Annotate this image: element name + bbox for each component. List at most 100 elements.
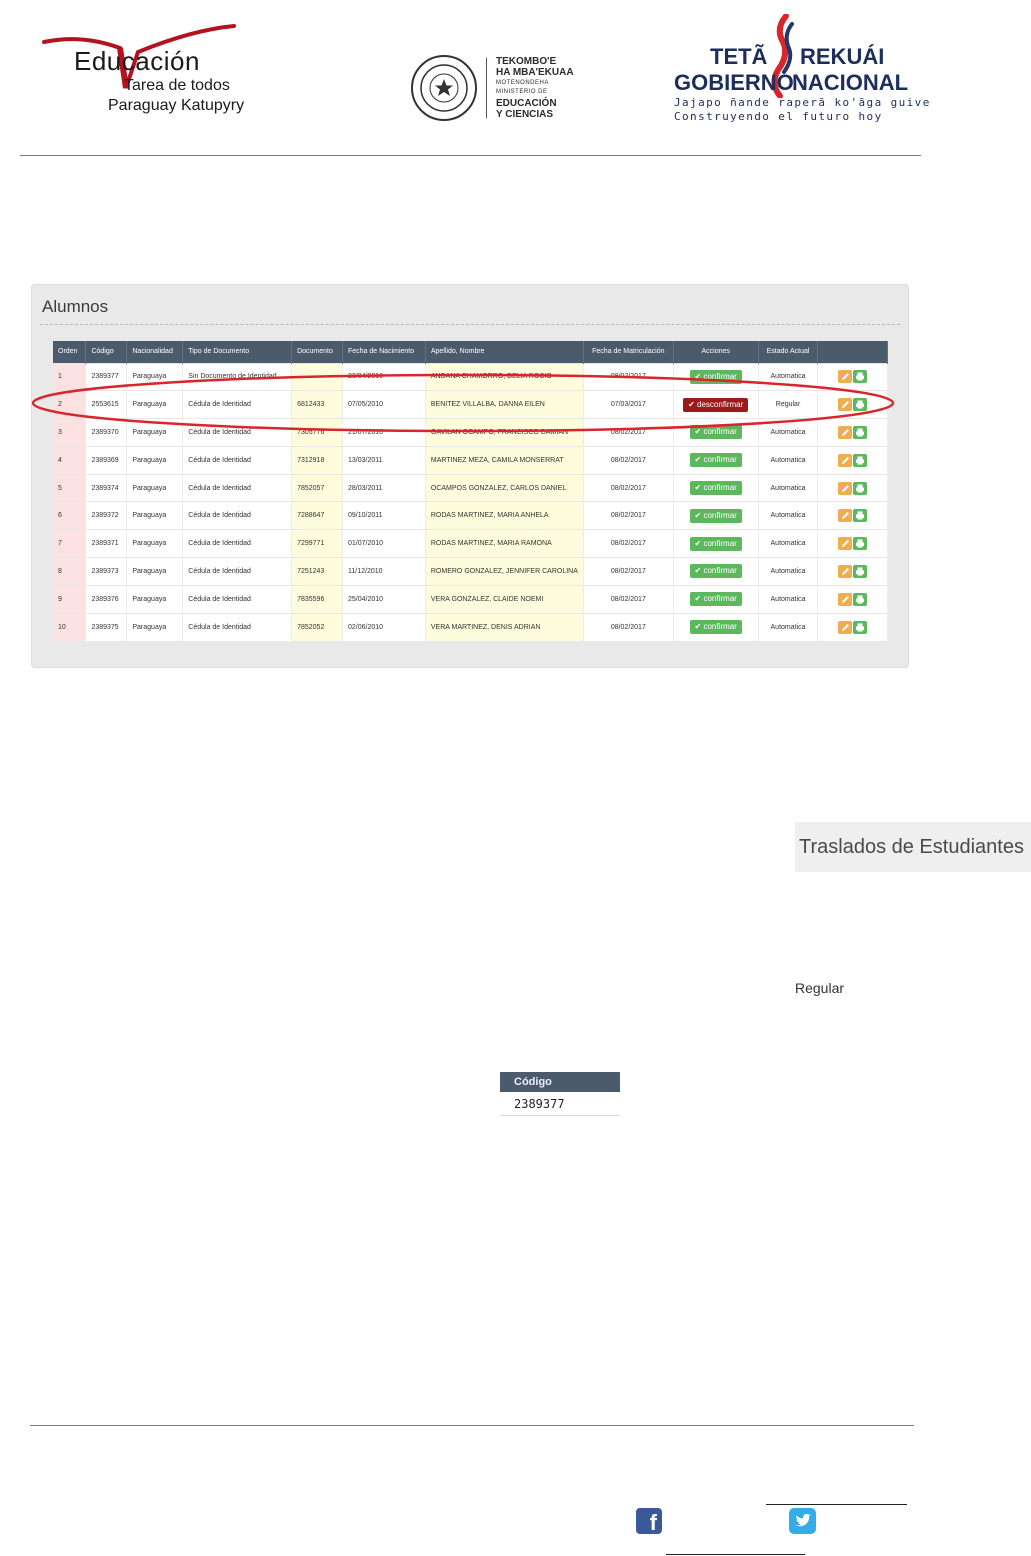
confirmar-button[interactable]: ✔ confirmar	[689, 592, 742, 607]
gobierno-word-3: GOBIERNO	[674, 70, 794, 95]
cell-acciones: ✔ confirmar	[673, 557, 759, 586]
cell-nacionalidad: Paraguaya	[126, 529, 184, 558]
ministerio-logo: TEKOMBO'E HA MBA'EKUAA MOTENONDEHA MINIS…	[410, 52, 600, 124]
pencil-icon[interactable]	[837, 620, 852, 634]
facebook-icon[interactable]: f	[636, 1508, 662, 1534]
cell-fecha-matriculacion: 08/02/2017	[583, 501, 674, 530]
printer-icon[interactable]	[852, 509, 867, 523]
col-orden[interactable]: Orden	[53, 341, 87, 363]
confirmar-button[interactable]: ✔ confirmar	[689, 453, 742, 468]
cell-codigo: 2389374	[85, 473, 128, 502]
action-label: confirmar	[703, 510, 737, 520]
cell-tools	[817, 445, 888, 475]
printer-icon[interactable]	[852, 564, 867, 578]
pencil-icon[interactable]	[837, 481, 852, 495]
table-header-row: Orden Código Nacionalidad Tipo de Docume…	[53, 341, 888, 363]
codigo-fragment-value: 2389377	[500, 1092, 620, 1116]
col-estado-actual[interactable]: Estado Actual	[758, 341, 819, 363]
cell-tools	[817, 473, 888, 502]
col-nacionalidad[interactable]: Nacionalidad	[126, 341, 184, 363]
cell-orden: 6	[53, 501, 87, 530]
col-tipo-documento[interactable]: Tipo de Documento	[182, 341, 293, 363]
cell-nacionalidad: Paraguaya	[126, 501, 184, 530]
cell-estado-actual: Automatica	[758, 501, 819, 530]
col-tools	[817, 341, 888, 363]
pencil-icon[interactable]	[837, 564, 852, 578]
cell-codigo: 2389372	[85, 501, 128, 530]
table-row: 5 2389374 Paraguaya Cédula de Identidad 7852…	[53, 473, 888, 502]
panel-title: Alumnos	[42, 297, 109, 316]
confirmar-button[interactable]: ✔ confirmar	[689, 564, 742, 579]
cell-documento: 7299771	[291, 529, 343, 558]
codigo-fragment: Código 2389377	[500, 1072, 620, 1122]
printer-icon[interactable]	[852, 537, 867, 551]
cell-apellido-nombre: ROMERO GONZALEZ, JENNIFER CAROLINA	[425, 557, 584, 586]
footer-link-underline-2[interactable]	[666, 1554, 805, 1555]
footer-rule	[30, 1425, 914, 1426]
table-row: 6 2389372 Paraguaya Cédula de Identidad 7288…	[53, 501, 888, 530]
col-documento[interactable]: Documento	[291, 341, 343, 363]
cell-nacionalidad: Paraguaya	[126, 557, 184, 586]
educacion-subtitle-2: Paraguay Katupyry	[108, 97, 245, 114]
gobierno-word-4: NACIONAL	[792, 70, 909, 95]
cell-tools	[817, 501, 888, 530]
cell-acciones: ✔ confirmar	[673, 501, 759, 530]
confirmar-button[interactable]: ✔ confirmar	[689, 536, 742, 551]
cell-tipo-documento: Cédula de Identidad	[182, 557, 293, 586]
printer-icon[interactable]	[852, 620, 867, 634]
pencil-icon[interactable]	[837, 453, 852, 467]
cell-estado-actual: Automatica	[758, 612, 819, 641]
cell-tools	[817, 612, 888, 641]
pencil-icon[interactable]	[837, 537, 852, 551]
cell-fecha-matriculacion: 08/02/2017	[583, 445, 674, 475]
cell-codigo: 2389371	[85, 529, 128, 558]
cell-fecha-matriculacion: 08/02/2017	[583, 473, 674, 502]
confirmar-button[interactable]: ✔ confirmar	[689, 481, 742, 496]
gobierno-slogan-2: Construyendo el futuro hoy	[674, 110, 883, 123]
printer-icon[interactable]	[852, 453, 867, 467]
confirmar-button[interactable]: ✔ confirmar	[689, 620, 742, 635]
cell-codigo: 2389375	[85, 612, 128, 641]
table-row: 10 2389375 Paraguaya Cédula de Identidad 785…	[53, 612, 888, 641]
printer-icon[interactable]	[852, 481, 867, 495]
cell-tipo-documento: Cédula de Identidad	[182, 473, 293, 502]
col-apellido-nombre[interactable]: Apellido, Nombre	[425, 341, 584, 363]
cell-estado-actual: Automatica	[758, 584, 819, 614]
cell-documento: 7288647	[291, 501, 343, 530]
cell-codigo: 2389376	[85, 584, 128, 614]
confirmar-button[interactable]: ✔ confirmar	[689, 508, 742, 523]
cell-orden: 7	[53, 529, 87, 558]
cell-orden: 8	[53, 557, 87, 586]
cell-nacionalidad: Paraguaya	[126, 473, 184, 502]
cell-codigo: 2389369	[85, 445, 128, 475]
cell-acciones: ✔ confirmar	[673, 612, 759, 641]
cell-acciones: ✔ confirmar	[673, 445, 759, 475]
col-acciones: Acciones	[673, 341, 759, 363]
pencil-icon[interactable]	[837, 509, 852, 523]
cell-fecha-nacimiento: 28/03/2011	[342, 473, 426, 502]
cell-fecha-nacimiento: 02/06/2010	[342, 612, 426, 641]
action-label: confirmar	[703, 455, 737, 465]
twitter-icon[interactable]	[789, 1508, 816, 1534]
cell-acciones: ✔ confirmar	[673, 529, 759, 558]
action-label: confirmar	[703, 483, 737, 493]
cell-acciones: ✔ confirmar	[673, 473, 759, 502]
national-seal-icon	[411, 55, 477, 121]
cell-documento: 7251243	[291, 557, 343, 586]
action-label: confirmar	[703, 594, 737, 604]
col-codigo[interactable]: Código	[85, 341, 128, 363]
cell-fecha-matriculacion: 08/02/2017	[583, 612, 674, 641]
cell-fecha-matriculacion: 08/02/2017	[583, 584, 674, 614]
cell-documento: 7835596	[291, 584, 343, 614]
ministerio-line-5: EDUCACIÓN	[496, 98, 557, 109]
col-fecha-nacimiento[interactable]: Fecha de Nacimiento	[342, 341, 426, 363]
printer-icon[interactable]	[852, 592, 867, 606]
cell-apellido-nombre: MARTINEZ MEZA, CAMILA MONSERRAT	[425, 445, 584, 475]
header-rule	[20, 155, 921, 156]
footer-link-underline[interactable]	[766, 1504, 907, 1505]
col-fecha-matriculacion[interactable]: Fecha de Matriculación	[583, 341, 674, 363]
pencil-icon[interactable]	[837, 592, 852, 606]
cell-apellido-nombre: OCAMPOS GONZALEZ, CARLOS DANIEL	[425, 473, 584, 502]
action-label: confirmar	[703, 538, 737, 548]
action-label: confirmar	[703, 566, 737, 576]
